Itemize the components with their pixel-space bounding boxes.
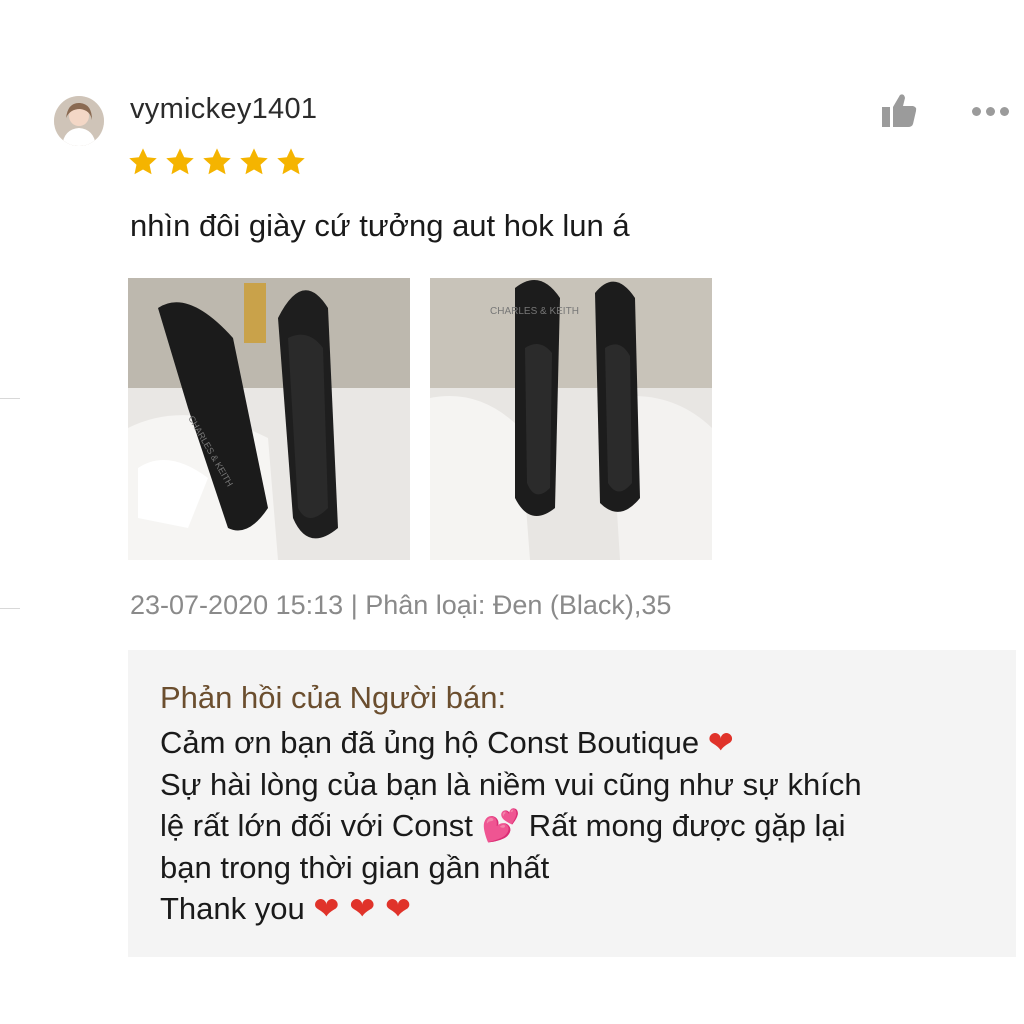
reply-line-3: lệ rất lớn đối với Const 💕 Rất mong được… [160,805,1000,847]
review-photo-1[interactable]: CHARLES & KEITH [128,278,410,560]
reply-line-5-text: Thank you [160,891,305,926]
reply-line-2: Sự hài lòng của bạn là niềm vui cũng như… [160,767,862,802]
seller-reply-box: Phản hồi của Người bán: Cảm ơn bạn đã ủn… [128,650,1016,957]
review-photo-2[interactable]: CHARLES & KEITH [430,278,712,560]
red-heart-icon: ❤ [707,725,734,761]
review-date: 23-07-2020 15:13 [130,590,344,620]
variant-value: Đen (Black),35 [492,590,672,620]
star-icon [240,148,268,175]
variant-label: Phân loại: [365,590,486,620]
seller-reply-title: Phản hồi của Người bán: [160,680,507,715]
two-hearts-icon: 💕 [481,808,521,844]
star-icon [129,148,157,175]
avatar[interactable] [54,96,104,146]
meta-separator: | [350,590,358,620]
star-icon [166,148,194,175]
review-meta: 23-07-2020 15:13 | Phân loại: Đen (Black… [130,590,671,621]
seller-reply-body: Cảm ơn bạn đã ủng hộ Const Boutique ❤ Sự… [160,722,1000,930]
rating-stars [127,146,307,178]
left-divider-2 [0,608,20,609]
more-dots-icon[interactable] [972,102,1016,120]
reply-line-4: bạn trong thời gian gần nhất [160,850,550,885]
reviewer-username[interactable]: vymickey1401 [130,93,317,126]
thumbs-up-icon[interactable] [878,92,920,130]
red-hearts-icon: ❤ ❤ ❤ [313,891,412,927]
review-comment: nhìn đôi giày cứ tưởng aut hok lun á [130,208,630,243]
reply-line-3-text-b: Rất mong được gặp lại [528,808,846,843]
reply-line-1-text: Cảm ơn bạn đã ủng hộ Const Boutique [160,725,700,760]
star-icon [277,148,305,175]
reply-line-3-text-a: lệ rất lớn đối với Const [160,808,473,843]
reply-line-1: Cảm ơn bạn đã ủng hộ Const Boutique ❤ [160,722,1000,764]
reply-line-5: Thank you ❤ ❤ ❤ [160,888,1000,930]
photo-brand-label: CHARLES & KEITH [490,306,579,317]
left-divider-1 [0,398,20,399]
star-icon [203,148,231,175]
